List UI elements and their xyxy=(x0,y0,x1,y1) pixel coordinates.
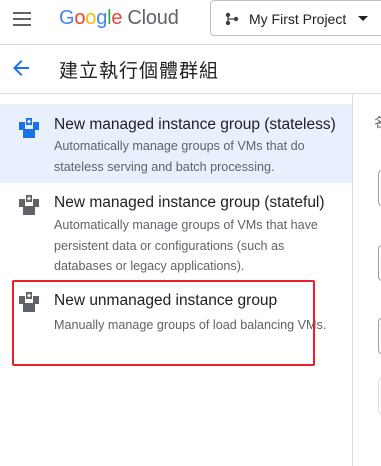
google-cloud-logo[interactable]: Google Cloud xyxy=(59,6,179,30)
logo-letter: g xyxy=(96,7,108,29)
instance-group-icon xyxy=(19,195,39,215)
right-panel-heading: 名 xyxy=(374,115,381,130)
top-bar: Google Cloud My First Project xyxy=(0,0,381,38)
logo-letter: o xyxy=(74,7,86,29)
option-title: New managed instance group (stateless) xyxy=(54,116,336,133)
option-title: New unmanaged instance group xyxy=(54,292,278,309)
title-divider xyxy=(0,93,381,94)
cloud-wordmark: Cloud xyxy=(127,7,179,29)
logo-letter: G xyxy=(59,7,75,29)
project-hierarchy-icon xyxy=(225,12,239,26)
page-title: 建立執行個體群組 xyxy=(59,61,220,82)
option-managed-stateful[interactable]: New managed instance group (stateful) Au… xyxy=(0,183,352,283)
option-title: New managed instance group (stateful) xyxy=(54,194,325,211)
project-name: My First Project xyxy=(249,11,347,27)
header-divider xyxy=(0,44,381,45)
dropdown-caret-icon xyxy=(358,16,368,21)
project-selector[interactable]: My First Project xyxy=(210,0,381,36)
arrow-back-icon[interactable] xyxy=(9,56,33,80)
logo-letter: e xyxy=(111,7,123,29)
option-description: Automatically manage groups of VMs that … xyxy=(54,139,305,174)
option-unmanaged[interactable]: New unmanaged instance group Manually ma… xyxy=(0,283,352,367)
logo-letter: o xyxy=(85,7,97,29)
option-managed-stateless[interactable]: New managed instance group (stateless) A… xyxy=(0,104,352,183)
option-description: Manually manage groups of load balancing… xyxy=(54,318,327,332)
instance-group-icon xyxy=(19,118,39,138)
google-wordmark: Google xyxy=(59,7,123,29)
hamburger-menu-icon[interactable] xyxy=(10,8,34,30)
panel-divider xyxy=(352,94,353,466)
option-description: Automatically manage groups of VMs that … xyxy=(54,218,318,273)
instance-group-icon xyxy=(19,292,39,312)
